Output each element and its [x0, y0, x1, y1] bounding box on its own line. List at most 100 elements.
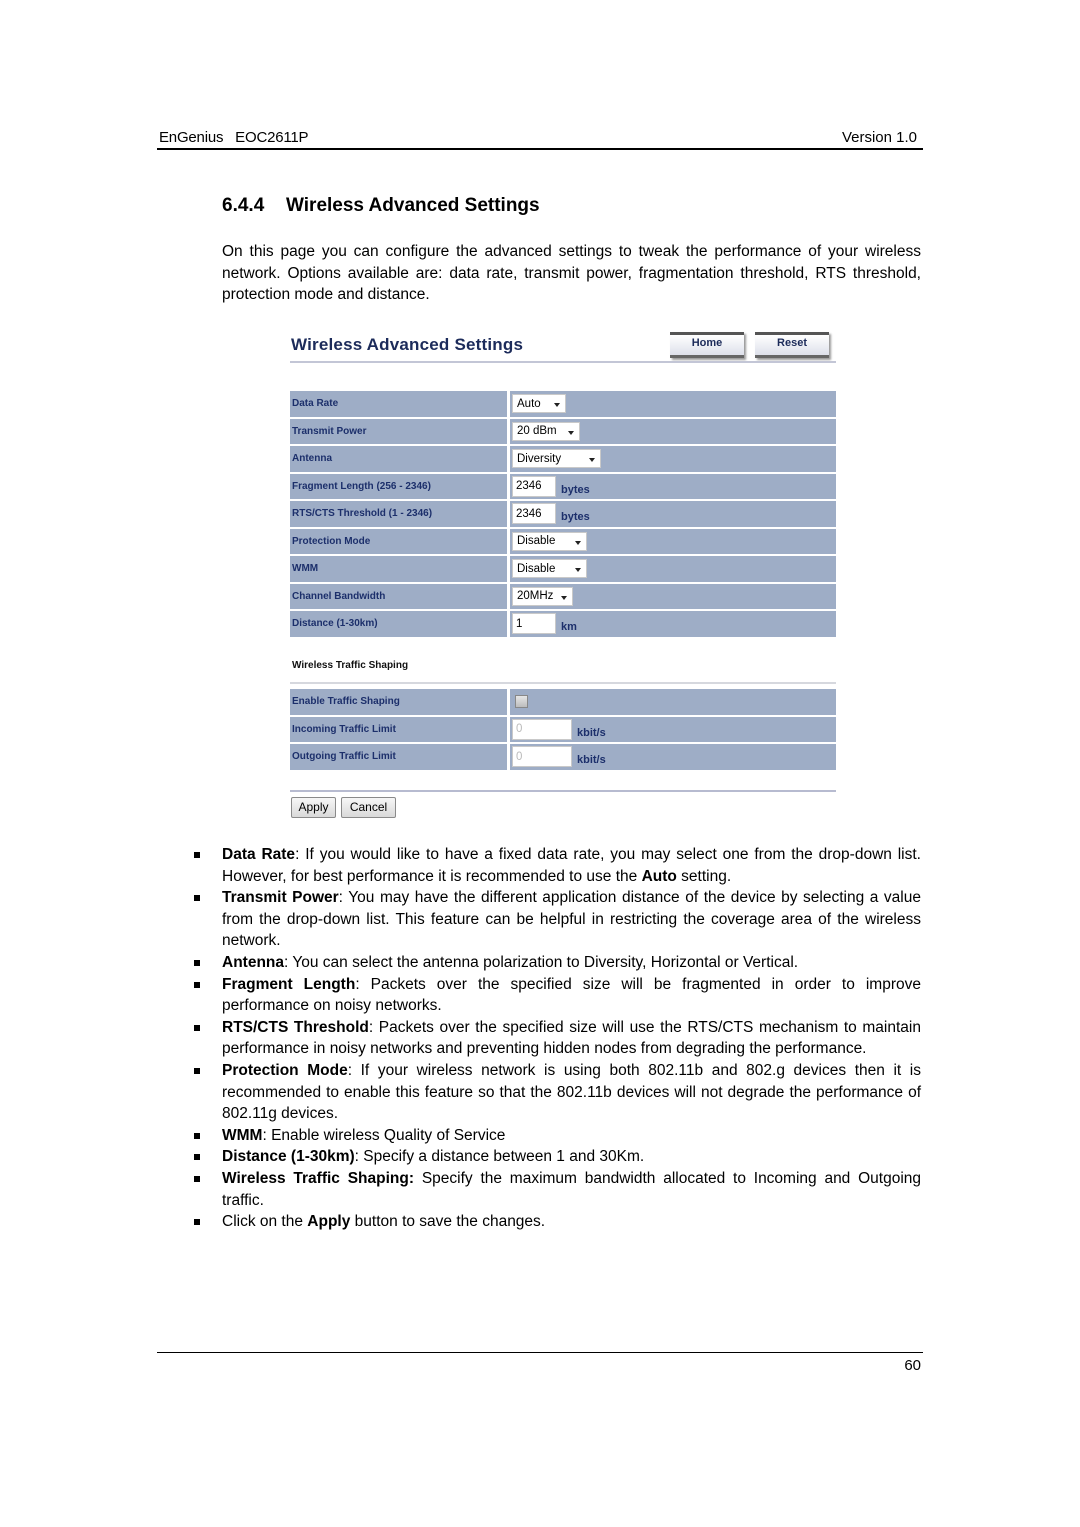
section-title: Wireless Advanced Settings [286, 195, 540, 216]
selected-value: Auto [517, 397, 541, 410]
description-text: setting. [676, 867, 732, 885]
description-text: button to save the changes. [350, 1213, 546, 1231]
antenna-select[interactable]: Diversity [512, 449, 601, 469]
fragment-length-256-2346-input[interactable]: 2346 [512, 475, 556, 497]
selected-value: Disable [517, 562, 556, 575]
traffic-shaping-heading: Wireless Traffic Shaping [292, 660, 409, 671]
description-item: Transmit Power: You may have the differe… [190, 887, 921, 952]
description-term: Apply [307, 1213, 351, 1231]
setting-value-cell: Disable [510, 556, 836, 582]
chevron-down-icon [561, 595, 567, 600]
setting-row-distance-1-30km: Distance (1-30km) 1 km [290, 611, 836, 637]
description-item: WMM: Enable wireless Quality of Service [190, 1125, 921, 1147]
description-item: Wireless Traffic Shaping: Specify the ma… [190, 1168, 921, 1211]
unit-label: bytes [561, 483, 590, 496]
description-term: RTS/CTS Threshold [222, 1018, 369, 1036]
selected-value: 20 dBm [517, 425, 557, 438]
setting-label: Data Rate [290, 391, 507, 417]
description-text: Click on the [222, 1213, 308, 1231]
chevron-down-icon [568, 430, 574, 435]
description-text: Auto [641, 867, 677, 885]
setting-label: Distance (1-30km) [290, 611, 507, 637]
title-divider [290, 361, 836, 363]
enable-traffic-shaping-checkbox[interactable] [515, 695, 528, 709]
description-text: : Enable wireless Quality of Service [262, 1126, 506, 1144]
protection-mode-select[interactable]: Disable [512, 531, 587, 551]
description-term: WMM [222, 1126, 263, 1144]
setting-row-data-rate: Data Rate Auto [290, 391, 836, 417]
chevron-down-icon [589, 458, 595, 463]
setting-value-cell: 0 kbit/s [510, 716, 836, 742]
description-item: Data Rate: If you would like to have a f… [190, 844, 921, 887]
setting-value-cell: 20 dBm [510, 418, 836, 444]
unit-label: km [561, 621, 577, 634]
setting-row-protection-mode: Protection Mode Disable [290, 528, 836, 554]
setting-row-enable-traffic-shaping: Enable Traffic Shaping [290, 689, 836, 715]
advanced-settings-table: Data Rate Auto Transmit Power 20 dBm Antenna… [290, 391, 836, 639]
unit-label: kbit/s [577, 726, 606, 739]
header-version: Version 1.0 [841, 129, 917, 146]
setting-row-outgoing-traffic-limit: Outgoing Traffic Limit 0 kbit/s [290, 744, 836, 770]
setting-value-cell [510, 689, 836, 715]
setting-label: Enable Traffic Shaping [290, 689, 507, 715]
setting-label: Channel Bandwidth [290, 583, 507, 609]
apply-button[interactable]: Apply [291, 797, 336, 818]
outgoing-traffic-limit-input[interactable]: 0 [512, 746, 572, 768]
setting-value-cell: 20MHz [510, 583, 836, 609]
bullet-icon [194, 1175, 200, 1182]
page-footer: 60 [157, 1352, 923, 1374]
setting-value-cell: Disable [510, 528, 836, 554]
setting-value-cell: 2346 bytes [510, 501, 836, 527]
section-number: 6.4.4 [222, 195, 265, 216]
page-number: 60 [904, 1357, 921, 1374]
setting-label: WMM [290, 556, 507, 582]
bullet-icon [194, 959, 200, 966]
settings-description-list: Data Rate: If you would like to have a f… [190, 844, 921, 1233]
setting-label: Outgoing Traffic Limit [290, 744, 507, 770]
setting-row-transmit-power: Transmit Power 20 dBm [290, 418, 836, 444]
setting-label: Antenna [290, 446, 507, 472]
panel-title: Wireless Advanced Settings [291, 335, 524, 354]
description-item: Fragment Length: Packets over the specif… [190, 974, 921, 1017]
channel-bandwidth-select[interactable]: 20MHz [512, 586, 573, 606]
description-term: Antenna [222, 953, 284, 971]
section-heading: 6.4.4 Wireless Advanced Settings [222, 195, 540, 217]
bullet-icon [194, 852, 200, 858]
setting-value-cell: Auto [510, 391, 836, 417]
chevron-down-icon [575, 568, 581, 573]
setting-value-cell: 0 kbit/s [510, 744, 836, 770]
setting-row-wmm: WMM Disable [290, 556, 836, 582]
setting-row-fragment-length-256-2346: Fragment Length (256 - 2346) 2346 bytes [290, 473, 836, 499]
setting-row-incoming-traffic-limit: Incoming Traffic Limit 0 kbit/s [290, 716, 836, 742]
form-divider [290, 790, 836, 792]
distance-1-30km-input[interactable]: 1 [512, 613, 556, 635]
home-button[interactable]: Home [670, 332, 744, 358]
description-term: Data Rate [222, 846, 296, 863]
cancel-button[interactable]: Cancel [341, 797, 396, 818]
wmm-select[interactable]: Disable [512, 559, 587, 579]
page-header: EnGenius EOC2611P Version 1.0 [157, 128, 923, 150]
description-term: Wireless Traffic Shaping: [222, 1169, 415, 1187]
header-product: EnGenius EOC2611P [159, 129, 309, 146]
setting-row-rts-cts-threshold-1-2346: RTS/CTS Threshold (1 - 2346) 2346 bytes [290, 501, 836, 527]
traffic-divider [290, 682, 836, 684]
description-item: RTS/CTS Threshold: Packets over the spec… [190, 1017, 921, 1060]
bullet-icon [194, 1067, 200, 1074]
chevron-down-icon [554, 403, 560, 408]
settings-screenshot: Wireless Advanced Settings Home Reset Da… [290, 330, 836, 822]
transmit-power-select[interactable]: 20 dBm [512, 421, 580, 441]
bullet-icon [194, 1132, 200, 1139]
setting-value-cell: 2346 bytes [510, 473, 836, 499]
bullet-icon [194, 1024, 200, 1031]
selected-value: Disable [517, 535, 556, 548]
setting-value-cell: Diversity [510, 446, 836, 472]
data-rate-select[interactable]: Auto [512, 394, 566, 414]
incoming-traffic-limit-input[interactable]: 0 [512, 718, 572, 740]
description-item: Click on the Apply button to save the ch… [190, 1211, 921, 1233]
reset-button[interactable]: Reset [755, 332, 829, 358]
rts-cts-threshold-1-2346-input[interactable]: 2346 [512, 503, 556, 525]
setting-row-channel-bandwidth: Channel Bandwidth 20MHz [290, 583, 836, 609]
chevron-down-icon [575, 540, 581, 545]
bullet-icon [194, 1219, 200, 1226]
setting-label: Protection Mode [290, 528, 507, 554]
